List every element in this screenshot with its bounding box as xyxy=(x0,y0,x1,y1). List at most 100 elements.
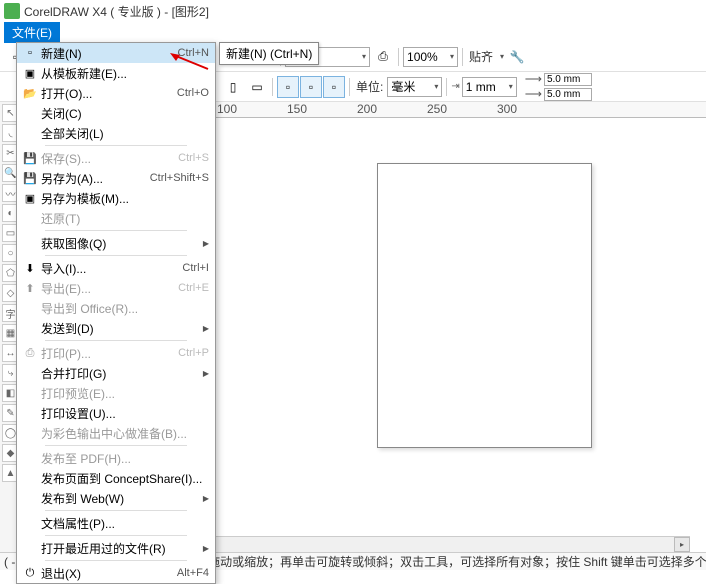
separator xyxy=(349,78,350,96)
submenu-arrow-icon: ▶ xyxy=(203,544,209,553)
dy-input[interactable] xyxy=(544,88,592,101)
menu-doc-properties[interactable]: 文档属性(P)... xyxy=(17,513,215,533)
options-button[interactable]: 🔧 xyxy=(506,46,528,68)
zoom-value: 100% xyxy=(407,50,447,64)
color-proof-icon xyxy=(19,425,41,441)
titlebar: CorelDRAW X4 ( 专业版 ) - [图形2] xyxy=(0,0,706,22)
menu-print-setup[interactable]: 打印设置(U)... xyxy=(17,403,215,423)
send-icon xyxy=(19,320,41,336)
print-preview-icon xyxy=(19,385,41,401)
save-as-icon: 💾 xyxy=(19,170,41,186)
menu-separator xyxy=(45,145,187,146)
ruler-tick: 250 xyxy=(427,102,447,116)
orientation-portrait[interactable]: ▯ xyxy=(222,76,244,98)
menu-file[interactable]: 文件(E) xyxy=(4,22,60,43)
export-icon: ⬆ xyxy=(19,280,41,296)
ruler-tick: 300 xyxy=(497,102,517,116)
menu-new-from-template[interactable]: ▣ 从模板新建(E)... xyxy=(17,63,215,83)
recent-icon xyxy=(19,540,41,556)
office-icon xyxy=(19,300,41,316)
print-merge-icon xyxy=(19,365,41,381)
unit-value: 毫米 xyxy=(391,78,431,95)
window-title: CorelDRAW X4 ( 专业版 ) - [图形2] xyxy=(24,3,209,20)
menu-color-proof: 为彩色输出中心做准备(B)... xyxy=(17,423,215,443)
chevron-down-icon: ▾ xyxy=(500,52,504,61)
nudge-value: 1 mm xyxy=(466,80,506,94)
nudge-icon: ⇥ xyxy=(451,81,459,92)
snap-2[interactable]: ▫ xyxy=(300,76,322,98)
chevron-down-icon: ▾ xyxy=(434,82,438,91)
menu-export: ⬆ 导出(E)... Ctrl+E xyxy=(17,278,215,298)
chevron-down-icon: ▾ xyxy=(362,52,366,61)
close-icon xyxy=(19,105,41,121)
menu-separator xyxy=(45,230,187,231)
menu-save-as-template[interactable]: ▣ 另存为模板(M)... xyxy=(17,188,215,208)
menu-save-as[interactable]: 💾 另存为(A)... Ctrl+Shift+S xyxy=(17,168,215,188)
import-icon: ⬇ xyxy=(19,260,41,276)
properties-icon xyxy=(19,515,41,531)
menu-save: 💾 保存(S)... Ctrl+S xyxy=(17,148,215,168)
menu-print-merge[interactable]: 合并打印(G) ▶ xyxy=(17,363,215,383)
submenu-arrow-icon: ▶ xyxy=(203,494,209,503)
menu-separator xyxy=(45,445,187,446)
tb-btn-c[interactable]: ⎙ xyxy=(372,46,394,68)
page xyxy=(377,163,592,448)
menu-acquire-image[interactable]: 获取图像(Q) ▶ xyxy=(17,233,215,253)
separator xyxy=(462,48,463,66)
file-menu: ▫ 新建(N) Ctrl+N ▣ 从模板新建(E)... 📂 打开(O)... … xyxy=(16,42,216,584)
menu-export-office: 导出到 Office(R)... xyxy=(17,298,215,318)
scroll-right[interactable]: ▸ xyxy=(674,537,690,552)
menu-open[interactable]: 📂 打开(O)... Ctrl+O xyxy=(17,83,215,103)
orientation-landscape[interactable]: ▭ xyxy=(246,76,268,98)
align-label: 贴齐 xyxy=(469,48,493,65)
template-icon: ▣ xyxy=(19,65,41,81)
ruler-tick: 100 xyxy=(217,102,237,116)
snap-1[interactable]: ▫ xyxy=(277,76,299,98)
separator xyxy=(272,78,273,96)
submenu-arrow-icon: ▶ xyxy=(203,239,209,248)
wrench-icon: 🔧 xyxy=(510,50,525,64)
nudge-combo[interactable]: 1 mm▾ xyxy=(462,77,517,97)
menu-separator xyxy=(45,510,187,511)
tooltip: 新建(N) (Ctrl+N) xyxy=(219,42,319,65)
unit-label: 单位: xyxy=(356,78,383,95)
ruler-tick: 150 xyxy=(287,102,307,116)
scanner-icon xyxy=(19,235,41,251)
menu-close[interactable]: 关闭(C) xyxy=(17,103,215,123)
pdf-icon xyxy=(19,450,41,466)
menu-new[interactable]: ▫ 新建(N) Ctrl+N xyxy=(17,43,215,63)
dx-input[interactable] xyxy=(544,73,592,86)
menu-publish-pdf: 发布至 PDF(H)... xyxy=(17,448,215,468)
menu-publish-web[interactable]: 发布到 Web(W) ▶ xyxy=(17,488,215,508)
submenu-arrow-icon: ▶ xyxy=(203,369,209,378)
open-icon: 📂 xyxy=(19,85,41,101)
duplicate-distance: ⟶ ⟶ xyxy=(525,72,592,101)
conceptshare-icon xyxy=(19,470,41,486)
chevron-down-icon: ▾ xyxy=(509,82,513,91)
separator xyxy=(398,48,399,66)
print-icon: ⎙ xyxy=(19,345,41,361)
ruler-tick: 200 xyxy=(357,102,377,116)
zoom-combo[interactable]: 100%▾ xyxy=(403,47,458,67)
menubar: 文件(E) xyxy=(0,22,706,42)
chevron-down-icon: ▾ xyxy=(450,52,454,61)
menu-import[interactable]: ⬇ 导入(I)... Ctrl+I xyxy=(17,258,215,278)
save-template-icon: ▣ xyxy=(19,190,41,206)
snap-3[interactable]: ▫ xyxy=(323,76,345,98)
menu-print: ⎙ 打印(P)... Ctrl+P xyxy=(17,343,215,363)
menu-exit[interactable]: ⏻ 退出(X) Alt+F4 xyxy=(17,563,215,583)
menu-revert: 还原(T) xyxy=(17,208,215,228)
dy-icon: ⟶ xyxy=(525,87,542,101)
menu-separator xyxy=(45,340,187,341)
menu-close-all[interactable]: 全部关闭(L) xyxy=(17,123,215,143)
menu-publish-conceptshare[interactable]: 发布页面到 ConceptShare(I)... xyxy=(17,468,215,488)
submenu-arrow-icon: ▶ xyxy=(203,324,209,333)
new-doc-icon: ▫ xyxy=(19,45,41,61)
save-icon: 💾 xyxy=(19,150,41,166)
menu-recent-files[interactable]: 打开最近用过的文件(R) ▶ xyxy=(17,538,215,558)
app-icon xyxy=(4,3,20,19)
close-all-icon xyxy=(19,125,41,141)
unit-combo[interactable]: 毫米▾ xyxy=(387,77,442,97)
menu-print-preview: 打印预览(E)... xyxy=(17,383,215,403)
menu-send-to[interactable]: 发送到(D) ▶ xyxy=(17,318,215,338)
